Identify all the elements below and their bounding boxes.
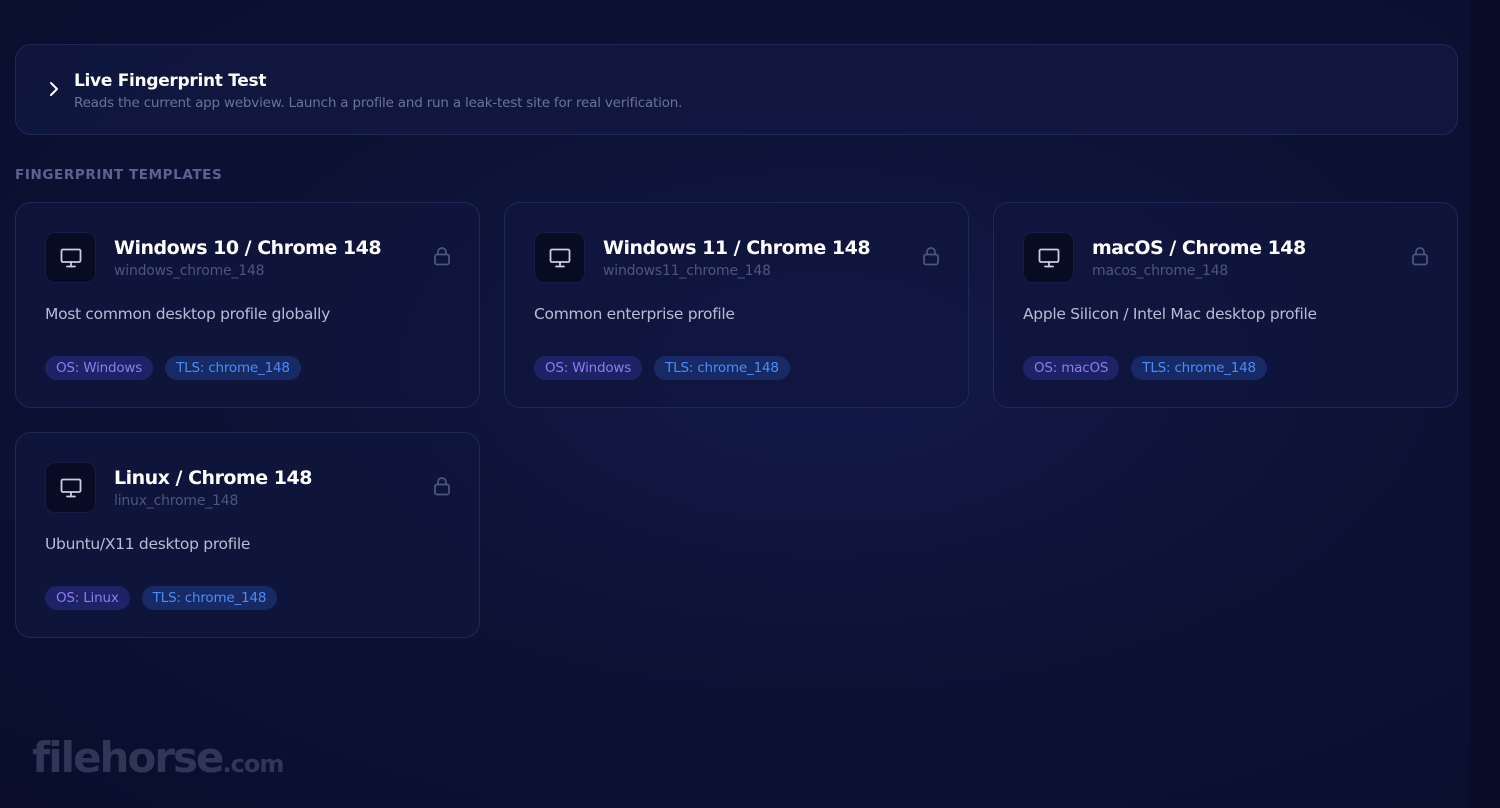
tls-tag: TLS: chrome_148	[141, 586, 278, 610]
chevron-right-icon[interactable]	[46, 81, 62, 97]
lock-icon[interactable]	[433, 476, 451, 496]
template-description: Apple Silicon / Intel Mac desktop profil…	[1023, 305, 1317, 323]
monitor-icon	[45, 232, 96, 283]
right-edge-strip	[1470, 0, 1500, 808]
monitor-icon	[534, 232, 585, 283]
template-tags: OS: Linux TLS: chrome_148	[45, 586, 278, 610]
template-title: Linux / Chrome 148	[114, 467, 312, 489]
template-title: Windows 10 / Chrome 148	[114, 237, 382, 259]
template-title: macOS / Chrome 148	[1092, 237, 1306, 259]
tls-tag: TLS: chrome_148	[165, 356, 301, 380]
template-tags: OS: Windows TLS: chrome_148	[534, 356, 790, 380]
monitor-icon	[1023, 232, 1074, 283]
template-description: Ubuntu/X11 desktop profile	[45, 535, 251, 553]
template-description: Most common desktop profile globally	[45, 305, 330, 323]
template-tags: OS: macOS TLS: chrome_148	[1023, 356, 1267, 380]
template-card-linux[interactable]: Linux / Chrome 148 linux_chrome_148 Ubun…	[15, 432, 480, 638]
lock-icon[interactable]	[922, 246, 940, 266]
template-tags: OS: Windows TLS: chrome_148	[45, 356, 301, 380]
template-title: Windows 11 / Chrome 148	[603, 237, 871, 259]
template-slug: macos_chrome_148	[1092, 263, 1229, 279]
os-tag: OS: macOS	[1023, 356, 1120, 380]
os-tag: OS: Windows	[534, 356, 643, 380]
tls-tag: TLS: chrome_148	[1131, 356, 1267, 380]
template-card-windows11[interactable]: Windows 11 / Chrome 148 windows11_chrome…	[504, 202, 969, 408]
live-fingerprint-test-panel[interactable]: Live Fingerprint Test Reads the current …	[15, 44, 1458, 135]
live-test-title: Live Fingerprint Test	[74, 71, 267, 91]
os-tag: OS: Linux	[45, 586, 130, 610]
tls-tag: TLS: chrome_148	[654, 356, 790, 380]
os-tag: OS: Windows	[45, 356, 154, 380]
section-heading: FINGERPRINT TEMPLATES	[15, 167, 223, 183]
live-test-subtitle: Reads the current app webview. Launch a …	[74, 95, 683, 111]
template-slug: linux_chrome_148	[114, 493, 239, 509]
template-card-windows10[interactable]: Windows 10 / Chrome 148 windows_chrome_1…	[15, 202, 480, 408]
template-slug: windows11_chrome_148	[603, 263, 771, 279]
template-description: Common enterprise profile	[534, 305, 735, 323]
template-slug: windows_chrome_148	[114, 263, 265, 279]
lock-icon[interactable]	[433, 246, 451, 266]
monitor-icon	[45, 462, 96, 513]
watermark-logo: filehorse.com	[32, 733, 285, 782]
lock-icon[interactable]	[1411, 246, 1429, 266]
watermark-suffix: .com	[222, 750, 285, 778]
template-card-macos[interactable]: macOS / Chrome 148 macos_chrome_148 Appl…	[993, 202, 1458, 408]
watermark-text: filehorse	[32, 733, 225, 782]
